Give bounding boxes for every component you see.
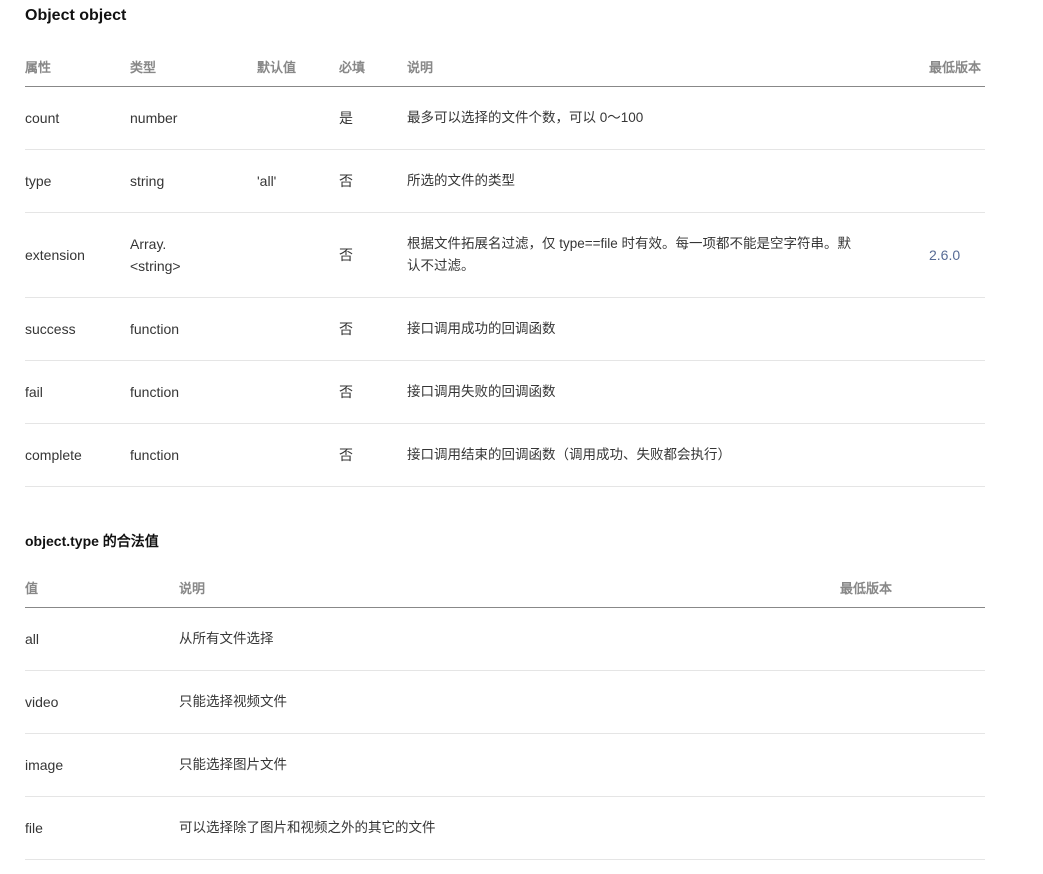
- type-description: 可以选择除了图片和视频之外的其它的文件: [179, 820, 436, 835]
- type-description: 只能选择图片文件: [179, 757, 287, 772]
- property-description: 接口调用结束的回调函数（调用成功、失败都会执行）: [407, 447, 731, 462]
- property-required: 是: [339, 110, 353, 126]
- property-required: 否: [339, 247, 353, 263]
- property-name: success: [25, 321, 76, 337]
- property-required: 否: [339, 321, 353, 337]
- property-type: function: [130, 321, 180, 337]
- table-row: type string 'all' 否 所选的文件的类型: [25, 150, 985, 213]
- property-name: complete: [25, 447, 82, 463]
- header-property: 属性: [25, 60, 52, 75]
- property-name: fail: [25, 384, 43, 400]
- type-description: 只能选择视频文件: [179, 694, 287, 709]
- header-min-version: 最低版本: [929, 60, 982, 75]
- property-description-line-2: 认不过滤。: [407, 258, 475, 273]
- header-type: 类型: [130, 60, 157, 75]
- type-value: all: [25, 631, 40, 647]
- table-row: complete function 否 接口调用结束的回调函数（调用成功、失败都…: [25, 424, 985, 487]
- header-min-version: 最低版本: [840, 581, 893, 596]
- type-value: file: [25, 820, 43, 836]
- table-row: fail function 否 接口调用失败的回调函数: [25, 361, 985, 424]
- property-required: 否: [339, 384, 353, 400]
- property-description: 接口调用失败的回调函数: [407, 384, 556, 399]
- table-row: count number 是 最多可以选择的文件个数，可以 0～100: [25, 87, 985, 150]
- property-name: count: [25, 110, 60, 126]
- table-header-object-type: 值 说明 最低版本: [25, 565, 985, 608]
- header-description: 说明: [407, 60, 434, 75]
- section-title-object: Object object: [25, 7, 127, 24]
- table-header-object: 属性 类型 默认值 必填 说明 最低版本: [25, 44, 985, 87]
- property-description: 接口调用成功的回调函数: [407, 321, 556, 336]
- property-description: 所选的文件的类型: [407, 173, 515, 188]
- header-required: 必填: [339, 60, 366, 75]
- header-description: 说明: [179, 581, 206, 596]
- type-value: video: [25, 694, 59, 710]
- table-row: success function 否 接口调用成功的回调函数: [25, 298, 985, 361]
- type-value: image: [25, 757, 64, 773]
- table-row: image 只能选择图片文件: [25, 734, 985, 797]
- property-type: function: [130, 447, 180, 463]
- property-default: 'all': [257, 173, 277, 189]
- header-value: 值: [25, 581, 39, 596]
- property-type: function: [130, 384, 180, 400]
- section-title-object-type: object.type 的合法值: [25, 533, 159, 549]
- table-row: all 从所有文件选择: [25, 608, 985, 671]
- property-description: 最多可以选择的文件个数，可以 0～100: [407, 110, 644, 125]
- header-default: 默认值: [257, 60, 297, 75]
- property-type: string: [130, 173, 165, 189]
- property-description-line-1: 根据文件拓展名过滤，仅 type==file 时有效。每一项都不能是空字符串。默: [407, 236, 852, 251]
- property-required: 否: [339, 173, 353, 189]
- property-name: type: [25, 173, 52, 189]
- property-version: 2.6.0: [929, 247, 961, 263]
- type-description: 从所有文件选择: [179, 631, 274, 646]
- property-type: number: [130, 110, 178, 126]
- property-type-line-2: <string>: [130, 258, 181, 274]
- table-row: file 可以选择除了图片和视频之外的其它的文件: [25, 797, 985, 860]
- property-required: 否: [339, 447, 353, 463]
- table-row: video 只能选择视频文件: [25, 671, 985, 734]
- property-type-line-1: Array.: [130, 236, 167, 252]
- property-name: extension: [25, 247, 85, 263]
- table-row: extension Array. <string> 否 根据文件拓展名过滤，仅 …: [25, 213, 985, 298]
